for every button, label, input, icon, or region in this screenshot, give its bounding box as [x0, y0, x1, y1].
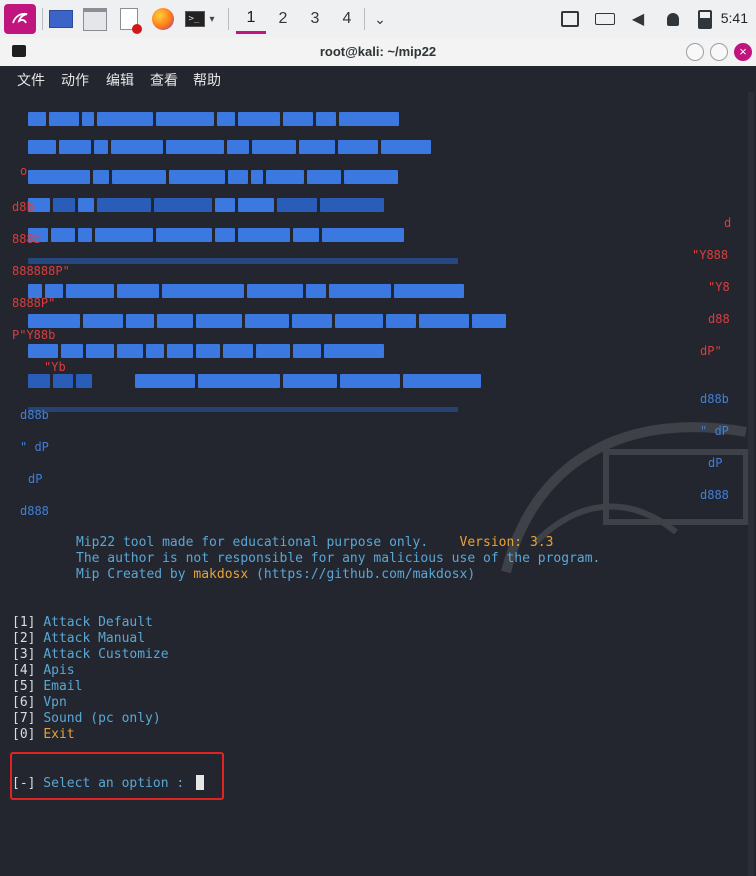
menu-bar: 文件 动作 编辑 查看 帮助 [0, 66, 756, 92]
banner-side-text: dP [708, 456, 723, 470]
option-key: [6] [12, 695, 36, 710]
banner-side-text: " dP [20, 440, 49, 454]
terminal-launcher-icon[interactable]: >_ ▾ [182, 4, 218, 34]
taskbar-separator [364, 8, 365, 30]
option-prompt[interactable]: [-] Select an option : [12, 775, 205, 792]
prompt-text: Select an option : [35, 776, 193, 791]
banner-side-text: "Y8 [708, 280, 730, 294]
menu-option: [7] Sound (pc only) [12, 711, 161, 727]
option-key: [3] [12, 647, 36, 662]
menu-file[interactable]: 文件 [17, 70, 45, 90]
option-label: Apis [43, 663, 75, 678]
scrollbar[interactable] [748, 92, 754, 876]
info-line-2: The author is not responsible for any ma… [76, 551, 601, 566]
text-editor-icon[interactable] [116, 4, 142, 34]
kali-menu-button[interactable] [4, 4, 36, 34]
option-label: Exit [43, 727, 75, 742]
workspace-4[interactable]: 4 [332, 4, 362, 34]
show-desktop-icon[interactable] [48, 4, 74, 34]
option-label: Attack Default [43, 615, 153, 630]
option-label: Attack Manual [43, 631, 146, 646]
banner-side-text: d88b [20, 408, 49, 422]
notifications-bell-icon[interactable] [664, 4, 682, 34]
window-title: root@kali: ~/mip22 [319, 44, 437, 59]
banner-side-text: d88 [708, 312, 730, 326]
disclaimer-text: Mip22 tool made for educational purpose … [76, 535, 429, 550]
screen-icon[interactable] [560, 4, 580, 34]
option-key: [2] [12, 631, 36, 646]
menu-help[interactable]: 帮助 [193, 70, 221, 90]
menu-option: [3] Attack Customize [12, 647, 169, 663]
banner-side-text: 8888P" [12, 296, 56, 310]
author-name: makdosx [193, 567, 249, 582]
banner-side-text: d [724, 216, 732, 230]
banner-side-text: dP [28, 472, 43, 486]
banner-side-text: d888 [700, 488, 729, 502]
menu-option: [0] Exit [12, 727, 75, 743]
creator-prefix: Mip Created by [76, 567, 194, 582]
file-manager-icon[interactable] [82, 4, 108, 34]
firefox-icon[interactable] [150, 4, 176, 34]
banner-side-text: P"Y88b [12, 328, 56, 342]
banner-side-text: 888888P" [12, 264, 70, 278]
banner-side-text: d88b [700, 392, 729, 406]
taskbar-separator [42, 8, 43, 30]
banner-side-text: 888b [12, 232, 41, 246]
chevron-down-icon[interactable]: ⌄ [370, 4, 390, 34]
option-key: [1] [12, 615, 36, 630]
menu-option: [1] Attack Default [12, 615, 153, 631]
option-label: Vpn [43, 695, 67, 710]
kali-dragon-icon [12, 12, 28, 24]
title-bar[interactable]: root@kali: ~/mip22 × [0, 38, 756, 67]
menu-option: [4] Apis [12, 663, 75, 679]
menu-option: [6] Vpn [12, 695, 67, 711]
workspace-2[interactable]: 2 [268, 4, 298, 34]
battery-icon[interactable] [696, 4, 714, 34]
menu-edit[interactable]: 编辑 [106, 70, 134, 90]
volume-icon[interactable]: ◀ [628, 4, 648, 34]
minimize-button[interactable] [686, 43, 704, 61]
menu-option: [5] Email [12, 679, 82, 695]
text-cursor[interactable] [196, 775, 205, 790]
chevron-down-icon: ▾ [209, 13, 215, 25]
menu-action[interactable]: 动作 [61, 70, 89, 90]
author-url: (https://github.com/makdosx) [248, 567, 476, 582]
terminal-content[interactable]: o d8b 888b 888888P" 8888P" P"Y88b "Yb d8… [0, 92, 756, 876]
info-line-1: Mip22 tool made for educational purpose … [76, 535, 553, 551]
banner-side-text: "Y888 [692, 248, 729, 262]
option-label: Sound (pc only) [43, 711, 161, 726]
close-button[interactable]: × [734, 43, 752, 61]
option-key: [4] [12, 663, 36, 678]
option-label: Email [43, 679, 83, 694]
maximize-button[interactable] [710, 43, 728, 61]
banner-side-text: " dP [700, 424, 729, 438]
terminal-window: root@kali: ~/mip22 × 文件 动作 编辑 查看 帮助 o d8… [0, 38, 756, 876]
taskbar: >_ ▾ 1 2 3 4 ⌄ ◀ 5:41 [0, 0, 756, 39]
info-line-3: Mip Created by makdosx (https://github.c… [76, 567, 475, 583]
workspace-3[interactable]: 3 [300, 4, 330, 34]
option-key: [0] [12, 727, 36, 742]
menu-option: [2] Attack Manual [12, 631, 145, 647]
prompt-marker: [-] [12, 776, 36, 791]
taskbar-separator [228, 8, 229, 30]
version-label: Version: 3.3 [459, 535, 554, 550]
option-label: Attack Customize [43, 647, 169, 662]
clock[interactable]: 5:41 [721, 10, 748, 26]
banner-side-text: d888 [20, 504, 49, 518]
banner-side-text: "Yb [44, 360, 66, 374]
banner-side-text: d8b [12, 200, 34, 214]
keyboard-icon[interactable] [594, 4, 616, 34]
option-key: [5] [12, 679, 36, 694]
option-key: [7] [12, 711, 36, 726]
workspace-1[interactable]: 1 [236, 4, 266, 34]
menu-view[interactable]: 查看 [150, 70, 178, 90]
banner-side-text: dP" [700, 344, 722, 358]
banner-side-text: o [20, 164, 28, 178]
